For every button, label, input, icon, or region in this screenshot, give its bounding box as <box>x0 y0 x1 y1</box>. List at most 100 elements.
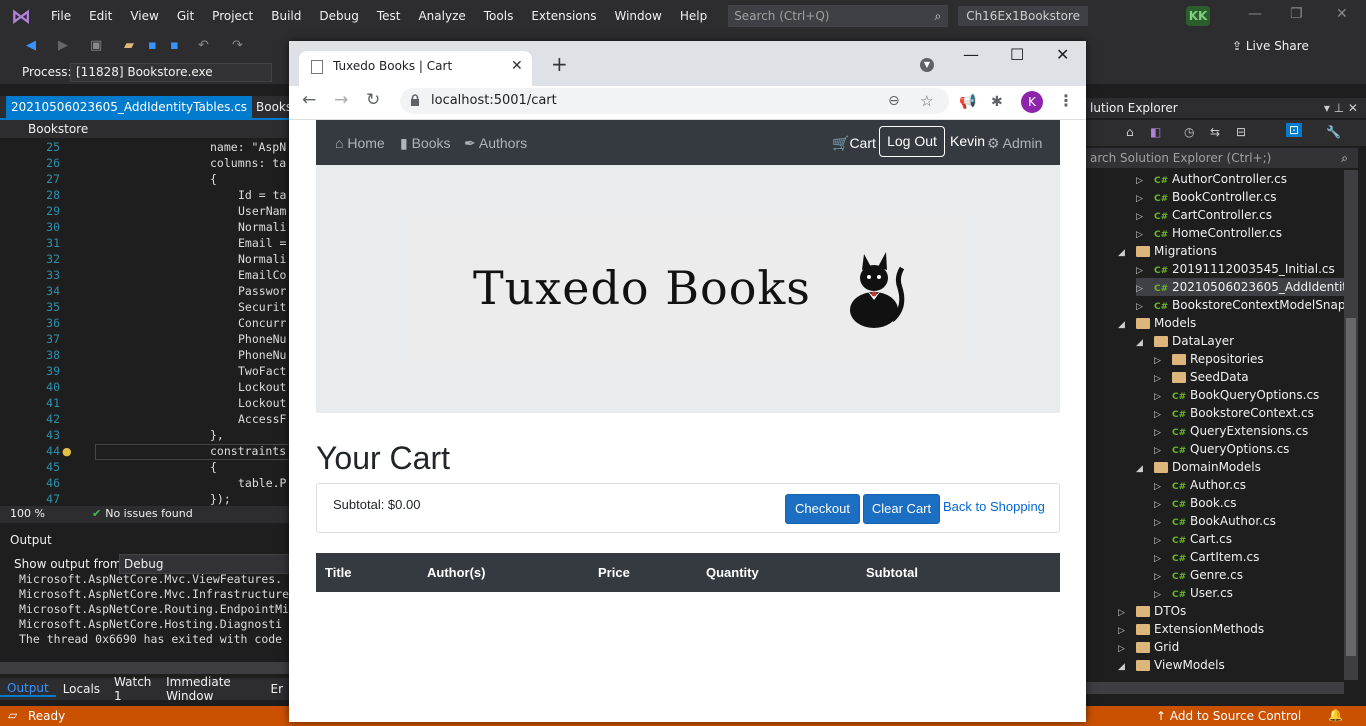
history-icon[interactable]: ◷ <box>1184 125 1194 139</box>
browser-menu-icon[interactable]: ⋮ <box>1058 91 1074 110</box>
user-avatar[interactable]: KK <box>1186 6 1210 26</box>
browser-back-icon[interactable]: ← <box>302 90 316 110</box>
nav-authors[interactable]: ✒ Authors <box>464 135 527 152</box>
code-line[interactable]: 29 UserNam <box>0 204 290 220</box>
tree-folder[interactable]: ◢ Models <box>1118 314 1196 332</box>
extensions-puzzle-icon[interactable]: ✱ <box>991 94 1003 110</box>
tree-file[interactable]: ▷ C# Genre.cs <box>1154 566 1243 584</box>
sync-icon[interactable]: ⇆ <box>1210 125 1220 139</box>
minimize-icon[interactable]: — <box>1248 6 1262 22</box>
tree-file[interactable]: ▷C#BookstoreContextModelSnapshot.c <box>1136 296 1344 314</box>
code-line[interactable]: 35 Securit <box>0 300 290 316</box>
menu-view[interactable]: View <box>121 0 167 32</box>
show-output-select[interactable]: Debug <box>119 554 290 574</box>
megaphone-extension-icon[interactable]: 📢 <box>959 94 976 110</box>
tree-file[interactable]: ▷ C# HomeController.cs <box>1136 224 1282 242</box>
code-line[interactable]: 34 Passwor <box>0 284 290 300</box>
menu-project[interactable]: Project <box>203 0 262 32</box>
add-to-source-control[interactable]: ↑ Add to Source Control <box>1156 709 1301 723</box>
tree-file[interactable]: ▷ C# BookstoreContext.cs <box>1154 404 1314 422</box>
code-line[interactable]: 39 TwoFact <box>0 364 290 380</box>
profile-avatar[interactable]: K <box>1021 91 1043 113</box>
code-line[interactable]: 45 { <box>0 460 290 476</box>
tree-file[interactable]: ▷ C# CartItem.cs <box>1154 548 1259 566</box>
browser-forward-icon[interactable]: → <box>334 90 348 110</box>
redo-icon[interactable]: ↷ <box>232 38 243 53</box>
browser-tab[interactable]: Tuxedo Books | Cart ✕ <box>299 51 532 86</box>
live-share-button[interactable]: ⇪ Live Share <box>1232 39 1309 53</box>
zoom-icon[interactable]: ⊖ <box>888 88 900 114</box>
menu-analyze[interactable]: Analyze <box>409 0 474 32</box>
nav-cart[interactable]: 🛒Cart <box>832 135 876 152</box>
code-line[interactable]: 25 name: "AspN <box>0 140 290 156</box>
tab-addidentitytables[interactable]: 20210506023605_AddIdentityTables.cs <box>6 96 252 118</box>
tree-file[interactable]: ▷ C# Book.cs <box>1154 494 1237 512</box>
output-horizontal-scrollbar[interactable] <box>0 662 290 674</box>
bookmark-star-icon[interactable]: ☆ <box>920 88 933 114</box>
browser-minimize-icon[interactable]: — <box>963 45 979 64</box>
notifications-icon[interactable]: 🔔 <box>1328 708 1343 722</box>
tree-file[interactable]: ▷ C# 20191112003545_Initial.cs <box>1136 260 1335 278</box>
tree-folder[interactable]: ▷ Grid <box>1118 638 1179 656</box>
code-line[interactable]: 37 PhoneNu <box>0 332 290 348</box>
checkout-button[interactable]: Checkout <box>785 494 860 524</box>
collapse-arrow-icon[interactable]: ◢ <box>1136 334 1146 352</box>
tree-file[interactable]: ▷ C# BookQueryOptions.cs <box>1154 386 1319 404</box>
tree-folder[interactable]: ▷ ExtensionMethods <box>1118 620 1264 638</box>
back-arrow-icon[interactable]: ◀ <box>26 38 36 53</box>
vs-search-box[interactable]: Search (Ctrl+Q) ⌕ <box>728 5 949 27</box>
tab-books[interactable]: Books <box>256 96 292 118</box>
solution-horizontal-scrollbar[interactable] <box>1086 682 1344 694</box>
menu-tools[interactable]: Tools <box>475 0 523 32</box>
code-line[interactable]: 26 columns: ta <box>0 156 290 172</box>
process-select[interactable]: [11828] Bookstore.exe <box>70 63 272 82</box>
code-line[interactable]: 27 { <box>0 172 290 188</box>
tree-folder[interactable]: ◢ ViewModels <box>1118 656 1225 674</box>
back-to-shopping-link[interactable]: Back to Shopping <box>943 499 1045 514</box>
menu-window[interactable]: Window <box>606 0 671 32</box>
collapse-arrow-icon[interactable]: ◢ <box>1118 316 1128 334</box>
browser-maximize-icon[interactable]: ☐ <box>1010 45 1024 64</box>
menu-file[interactable]: File <box>42 0 80 32</box>
tree-file[interactable]: ▷ C# QueryOptions.cs <box>1154 440 1289 458</box>
tree-file[interactable]: ▷ C# Author.cs <box>1154 476 1246 494</box>
tab-immediate-window[interactable]: Immediate Window <box>159 675 263 703</box>
switch-views-icon[interactable]: ◧ <box>1150 125 1161 139</box>
undo-icon[interactable]: ↶ <box>198 38 209 53</box>
clear-cart-button[interactable]: Clear Cart <box>863 494 940 524</box>
forward-arrow-icon[interactable]: ▶ <box>58 38 68 53</box>
tab-error-list[interactable]: Er <box>263 682 290 696</box>
nav-books[interactable]: ▮ Books <box>400 135 451 152</box>
code-line[interactable]: 28 Id = ta <box>0 188 290 204</box>
tab-search-icon[interactable]: ▼ <box>920 58 934 72</box>
code-line[interactable]: 31 Email = <box>0 236 290 252</box>
tab-output[interactable]: Output <box>0 681 56 697</box>
code-line[interactable]: 41 Lockout <box>0 396 290 412</box>
code-line[interactable]: 43}, <box>0 428 290 444</box>
logout-button[interactable]: Log Out <box>879 126 945 157</box>
code-line[interactable]: 42 AccessF <box>0 412 290 428</box>
close-icon[interactable]: ✕ <box>1336 6 1348 22</box>
tab-close-icon[interactable]: ✕ <box>511 51 523 81</box>
save-icon[interactable]: ▪ <box>148 38 157 53</box>
code-line[interactable]: 46 table.P <box>0 476 290 492</box>
tree-folder[interactable]: ▷ Repositories <box>1154 350 1264 368</box>
menu-test[interactable]: Test <box>368 0 410 32</box>
tree-file[interactable]: ▷ C# BookController.cs <box>1136 188 1276 206</box>
tab-locals[interactable]: Locals <box>56 682 107 696</box>
menu-extensions[interactable]: Extensions <box>522 0 605 32</box>
tree-file[interactable]: ▷ C# BookAuthor.cs <box>1154 512 1276 530</box>
save-all-icon[interactable]: ▪ <box>170 38 179 53</box>
tree-folder[interactable]: ◢ DataLayer <box>1136 332 1234 350</box>
code-line[interactable]: 32 Normali <box>0 252 290 268</box>
tree-file[interactable]: ▷ C# User.cs <box>1154 584 1233 602</box>
collapse-icon[interactable]: ⊟ <box>1236 125 1246 139</box>
tree-folder[interactable]: ◢ Migrations <box>1118 242 1217 260</box>
code-line[interactable]: 33 EmailCo <box>0 268 290 284</box>
menu-git[interactable]: Git <box>168 0 203 32</box>
new-tab-icon[interactable]: + <box>551 52 568 76</box>
menu-edit[interactable]: Edit <box>80 0 121 32</box>
menu-help[interactable]: Help <box>671 0 716 32</box>
tree-file[interactable]: ▷ C# QueryExtensions.cs <box>1154 422 1308 440</box>
nav-home[interactable]: ⌂ Home <box>335 135 385 151</box>
